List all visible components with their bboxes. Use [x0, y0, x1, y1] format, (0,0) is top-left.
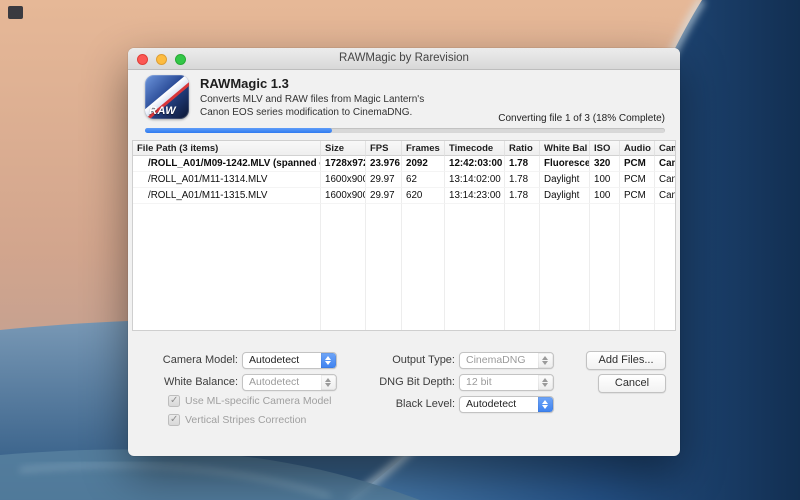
add-files-button[interactable]: Add Files...	[586, 351, 666, 370]
table-row-white-bal[interactable]: Fluorescent	[540, 156, 590, 172]
table-row-ratio[interactable]: 1.78	[505, 188, 540, 204]
rawmagic-window: RAWMagic by Rarevision RAW RAWMagic 1.3 …	[128, 48, 680, 456]
vertical-stripes-label: Vertical Stripes Correction	[185, 414, 306, 426]
table-row-iso[interactable]: 320	[590, 156, 620, 172]
window-titlebar[interactable]: RAWMagic by Rarevision	[128, 48, 680, 70]
table-row-white-bal[interactable]: Daylight	[540, 188, 590, 204]
table-empty-area	[655, 204, 675, 330]
icon-raw-label: RAW	[149, 105, 176, 117]
progress-bar-fill	[145, 128, 332, 133]
settings-panel: Camera Model: Autodetect White Balance: …	[128, 340, 680, 456]
table-row-timecode[interactable]: 13:14:23:00	[445, 188, 505, 204]
dng-bit-depth-label: DNG Bit Depth:	[333, 376, 455, 388]
app-description-line1: Converts MLV and RAW files from Magic La…	[200, 94, 424, 107]
table-row-audio[interactable]: PCM	[620, 172, 655, 188]
white-balance-select: Autodetect	[242, 374, 337, 391]
window-title: RAWMagic by Rarevision	[128, 48, 680, 69]
table-empty-area	[366, 204, 402, 330]
black-level-select[interactable]: Autodetect	[459, 396, 554, 413]
table-row-camera[interactable]: Canon…	[655, 188, 675, 204]
white-balance-value: Autodetect	[249, 376, 299, 388]
progress-bar	[145, 128, 665, 133]
app-description-line2: Canon EOS series modification to CinemaD…	[200, 107, 424, 120]
file-list-table: File Path (3 items) Size FPS Frames Time…	[132, 140, 676, 331]
table-empty-area	[445, 204, 505, 330]
table-row-size[interactable]: 1600x900	[321, 188, 366, 204]
table-row-ratio[interactable]: 1.78	[505, 156, 540, 172]
camera-model-label: Camera Model:	[128, 354, 238, 366]
table-row-iso[interactable]: 100	[590, 172, 620, 188]
column-header-fps: FPS	[366, 141, 402, 156]
table-row-fps[interactable]: 23.976	[366, 156, 402, 172]
table-row-camera[interactable]: Canon…	[655, 172, 675, 188]
app-title: RAWMagic 1.3	[200, 76, 289, 91]
table-empty-area	[540, 204, 590, 330]
table-row-iso[interactable]: 100	[590, 188, 620, 204]
column-header-audio: Audio	[620, 141, 655, 156]
table-row-fps[interactable]: 29.97	[366, 172, 402, 188]
close-button[interactable]	[137, 54, 148, 65]
table-row-file-path[interactable]: /ROLL_A01/M11-1315.MLV	[133, 188, 321, 204]
table-row-file-path[interactable]: /ROLL_A01/M09-1242.MLV (spanned over 2 f…	[133, 156, 321, 172]
column-header-ratio: Ratio	[505, 141, 540, 156]
conversion-status-text: Converting file 1 of 3 (18% Complete)	[498, 113, 665, 124]
use-ml-camera-model-label: Use ML-specific Camera Model	[185, 395, 331, 407]
table-row-camera[interactable]: Canon…	[655, 156, 675, 172]
table-row-timecode[interactable]: 13:14:02:00	[445, 172, 505, 188]
table-row-file-path[interactable]: /ROLL_A01/M11-1314.MLV	[133, 172, 321, 188]
camera-model-select[interactable]: Autodetect	[242, 352, 337, 369]
table-empty-area	[505, 204, 540, 330]
table-row-frames[interactable]: 620	[402, 188, 445, 204]
column-header-file-path: File Path (3 items)	[133, 141, 321, 156]
column-header-size: Size	[321, 141, 366, 156]
output-type-value: CinemaDNG	[466, 354, 526, 366]
table-row-white-bal[interactable]: Daylight	[540, 172, 590, 188]
table-row-timecode[interactable]: 12:42:03:00	[445, 156, 505, 172]
dng-bit-depth-value: 12 bit	[466, 376, 492, 388]
column-header-iso: ISO	[590, 141, 620, 156]
checkbox-checked-icon	[168, 395, 180, 407]
desktop: RAWMagic by Rarevision RAW RAWMagic 1.3 …	[0, 0, 800, 500]
table-empty-area	[620, 204, 655, 330]
table-row-ratio[interactable]: 1.78	[505, 172, 540, 188]
app-description: Converts MLV and RAW files from Magic La…	[200, 94, 424, 119]
minimize-button[interactable]	[156, 54, 167, 65]
chevron-updown-icon	[538, 397, 553, 412]
column-header-white-bal: White Bal	[540, 141, 590, 156]
output-type-label: Output Type:	[333, 354, 455, 366]
output-type-select: CinemaDNG	[459, 352, 554, 369]
camera-model-value: Autodetect	[249, 354, 299, 366]
column-header-camera: Camera	[655, 141, 675, 156]
chevron-updown-icon	[538, 375, 553, 390]
white-balance-label: White Balance:	[128, 376, 238, 388]
table-row-size[interactable]: 1728x972	[321, 156, 366, 172]
table-row-frames[interactable]: 2092	[402, 156, 445, 172]
table-row-fps[interactable]: 29.97	[366, 188, 402, 204]
use-ml-camera-model-checkbox: Use ML-specific Camera Model	[168, 395, 331, 407]
column-header-timecode: Timecode	[445, 141, 505, 156]
table-empty-area	[590, 204, 620, 330]
zoom-button[interactable]	[175, 54, 186, 65]
dng-bit-depth-select: 12 bit	[459, 374, 554, 391]
app-header: RAW RAWMagic 1.3 Converts MLV and RAW fi…	[128, 70, 680, 140]
table-empty-area	[133, 204, 321, 330]
table-row-audio[interactable]: PCM	[620, 156, 655, 172]
table-empty-area	[402, 204, 445, 330]
table-row-size[interactable]: 1600x900	[321, 172, 366, 188]
black-level-value: Autodetect	[466, 398, 516, 410]
table-row-audio[interactable]: PCM	[620, 188, 655, 204]
black-level-label: Black Level:	[333, 398, 455, 410]
checkbox-checked-icon	[168, 414, 180, 426]
column-header-frames: Frames	[402, 141, 445, 156]
rawmagic-app-icon: RAW	[145, 75, 189, 119]
cancel-button[interactable]: Cancel	[598, 374, 666, 393]
chevron-updown-icon	[538, 353, 553, 368]
vertical-stripes-checkbox: Vertical Stripes Correction	[168, 414, 306, 426]
table-empty-area	[321, 204, 366, 330]
table-row-frames[interactable]: 62	[402, 172, 445, 188]
